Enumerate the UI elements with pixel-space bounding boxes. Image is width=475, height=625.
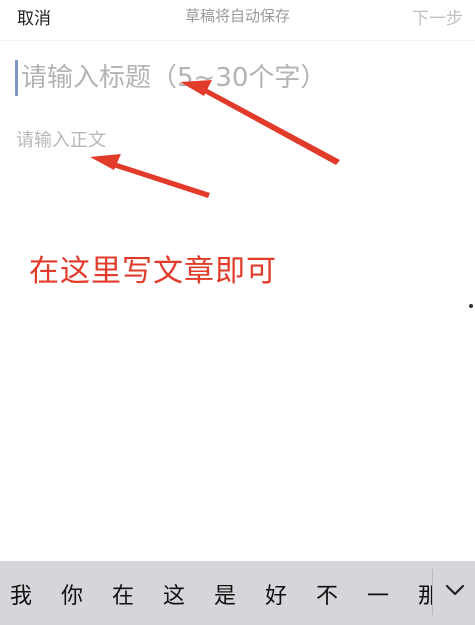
expand-candidates-button[interactable]	[433, 561, 475, 625]
next-step-button[interactable]: 下一步	[412, 4, 463, 29]
title-input[interactable]	[15, 56, 455, 100]
candidate-item[interactable]: 是	[208, 578, 242, 610]
candidate-list: 我 你 在 这 是 好 不 一 那	[0, 561, 432, 625]
candidate-item[interactable]: 这	[157, 578, 191, 610]
autosave-status: 草稿将自动保存	[184, 7, 290, 25]
candidate-item[interactable]: 那	[412, 578, 432, 610]
text-cursor	[15, 60, 18, 96]
candidate-item[interactable]: 不	[310, 578, 344, 610]
chevron-down-icon	[445, 584, 465, 596]
cancel-button[interactable]: 取消	[17, 4, 51, 29]
scroll-dot	[469, 304, 473, 308]
header-divider	[0, 40, 475, 41]
ime-candidate-bar: 我 你 在 这 是 好 不 一 那	[0, 561, 475, 625]
top-bar: 取消 草稿将自动保存 下一步	[0, 0, 475, 36]
candidate-item[interactable]: 一	[361, 578, 395, 610]
candidate-item[interactable]: 好	[259, 578, 293, 610]
candidate-item[interactable]: 你	[55, 578, 89, 610]
candidate-item[interactable]: 在	[106, 578, 140, 610]
candidate-item[interactable]: 我	[4, 578, 38, 610]
body-input[interactable]	[16, 126, 456, 556]
